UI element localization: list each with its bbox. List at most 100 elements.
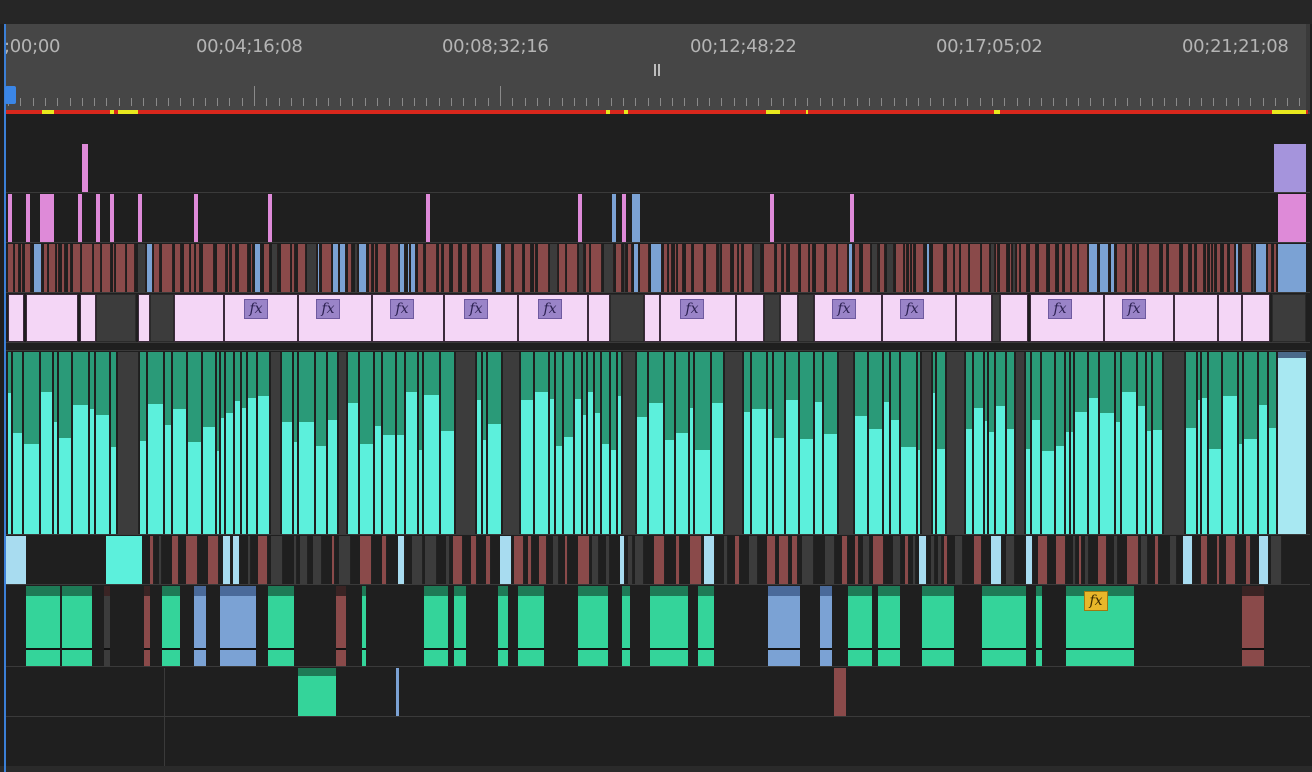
zoom-scroll-handle[interactable] [1306, 24, 1310, 112]
timeline-clip[interactable] [233, 536, 240, 584]
timeline-clip[interactable] [637, 352, 647, 534]
timeline-clip[interactable] [1135, 244, 1137, 292]
timeline-clip[interactable] [25, 244, 31, 292]
timeline-clip[interactable] [989, 352, 994, 534]
timeline-clip[interactable] [1174, 294, 1218, 342]
timeline-clip[interactable] [827, 244, 837, 292]
timeline-clip[interactable] [620, 536, 625, 584]
timeline-clip[interactable] [444, 244, 450, 292]
timeline-clip[interactable] [1017, 244, 1020, 292]
timeline-clip[interactable] [299, 352, 314, 534]
timeline-clip[interactable] [500, 536, 512, 584]
timeline-clip[interactable] [937, 352, 945, 534]
timeline-clip[interactable] [228, 244, 230, 292]
timeline-clip[interactable] [186, 536, 198, 584]
timeline-clip[interactable] [918, 352, 920, 534]
timeline-clip[interactable] [873, 536, 884, 584]
timeline-clip[interactable] [550, 244, 558, 292]
timeline-clip[interactable] [1239, 352, 1242, 534]
timeline-clip[interactable] [418, 244, 424, 292]
timeline-clip[interactable] [454, 586, 466, 666]
timeline-clip[interactable] [282, 352, 292, 534]
timeline-clip[interactable] [604, 244, 614, 292]
timeline-clip[interactable] [955, 536, 963, 584]
timeline-clip[interactable] [1217, 536, 1220, 584]
timeline-clip[interactable] [1253, 244, 1255, 292]
timeline-clip[interactable] [505, 244, 512, 292]
timeline-clip[interactable] [188, 352, 201, 534]
timeline-clip[interactable] [292, 244, 295, 292]
timeline-clip[interactable] [1036, 586, 1042, 666]
timeline-clip[interactable] [184, 244, 190, 292]
timeline-clip[interactable] [300, 536, 308, 584]
timeline-clip[interactable] [1026, 352, 1030, 534]
timeline-clip[interactable] [961, 244, 969, 292]
timeline-clip[interactable] [538, 244, 549, 292]
timeline-clip[interactable] [1071, 352, 1073, 534]
timeline-clip[interactable] [616, 244, 622, 292]
timeline-clip[interactable] [339, 352, 347, 534]
timeline-clip[interactable] [424, 586, 448, 666]
timeline-clip[interactable] [271, 536, 283, 584]
timeline-clip[interactable] [1183, 536, 1193, 584]
timeline-clip[interactable] [1117, 244, 1126, 292]
timeline-clip[interactable] [220, 586, 256, 666]
timeline-clip[interactable] [1006, 536, 1015, 584]
timeline-clip[interactable] [162, 586, 180, 666]
timeline-clip[interactable] [73, 352, 88, 534]
timeline-clip[interactable] [1026, 536, 1033, 584]
timeline-clip[interactable] [966, 352, 972, 534]
timeline-clip[interactable] [863, 244, 871, 292]
timeline-clip[interactable] [258, 352, 269, 534]
timeline-clip[interactable] [162, 244, 173, 292]
timeline-clip[interactable] [565, 536, 568, 584]
timeline-clip[interactable] [496, 244, 502, 292]
timeline-clip[interactable] [784, 244, 787, 292]
timeline-clip[interactable] [649, 352, 663, 534]
timeline-clip[interactable] [82, 144, 88, 192]
timeline-clip[interactable] [665, 352, 674, 534]
timeline-clip[interactable] [1089, 244, 1098, 292]
timeline-clip[interactable] [268, 586, 294, 666]
timeline-clip[interactable] [1111, 244, 1115, 292]
timeline-clip[interactable] [1256, 244, 1267, 292]
timeline-clip[interactable] [24, 352, 39, 534]
timeline-clip[interactable] [1217, 244, 1221, 292]
timeline-clip[interactable] [1224, 244, 1228, 292]
timeline-clip[interactable] [686, 244, 692, 292]
timeline-clip[interactable] [632, 194, 640, 242]
timeline-clip[interactable] [690, 352, 693, 534]
timeline-clip[interactable] [96, 194, 100, 242]
timeline-clip[interactable] [62, 244, 65, 292]
timeline-clip[interactable] [1139, 244, 1148, 292]
timeline-clip[interactable] [893, 536, 901, 584]
timeline-clip[interactable] [1149, 244, 1160, 292]
timeline-clip[interactable] [339, 536, 351, 584]
timeline-clip[interactable] [1206, 244, 1208, 292]
timeline-clip[interactable] [764, 244, 775, 292]
timeline-clip[interactable] [991, 536, 1002, 584]
timeline-clip[interactable] [774, 352, 784, 534]
timeline-clip[interactable] [909, 244, 911, 292]
timeline-clip[interactable] [996, 244, 998, 292]
timeline-clip[interactable] [991, 244, 995, 292]
timeline-clip[interactable] [144, 586, 150, 666]
timeline-clip[interactable] [482, 244, 493, 292]
timeline-clip[interactable] [425, 536, 437, 584]
timeline-clip[interactable] [1213, 244, 1215, 292]
timeline-clip[interactable] [138, 244, 146, 292]
timeline-clip[interactable] [678, 244, 683, 292]
timeline-clip[interactable] [298, 244, 306, 292]
timeline-clip[interactable] [595, 352, 600, 534]
timeline-clip[interactable] [73, 244, 81, 292]
timeline-clip[interactable] [880, 244, 885, 292]
timeline-clip[interactable] [1155, 536, 1159, 584]
timeline-clip[interactable] [676, 352, 688, 534]
timeline-clip[interactable] [498, 586, 508, 666]
timeline-clip[interactable] [194, 586, 206, 666]
timeline-clip[interactable] [922, 352, 932, 534]
timeline-clip[interactable] [610, 294, 644, 342]
timeline-clip[interactable] [332, 536, 335, 584]
timeline-clip[interactable] [669, 244, 672, 292]
timeline-clip[interactable] [1056, 536, 1066, 584]
